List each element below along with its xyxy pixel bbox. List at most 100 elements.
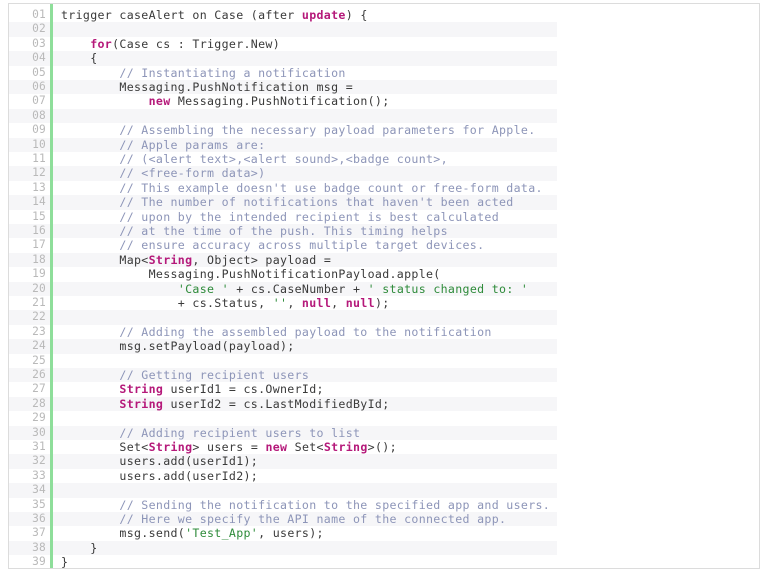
code-line[interactable]: 26 // Getting recipient users <box>9 368 759 382</box>
code-line[interactable]: 18 Map<String, Object> payload = <box>9 253 759 267</box>
code-line[interactable]: 09 // Assembling the necessary payload p… <box>9 123 759 137</box>
code-line[interactable]: 14 // The number of notifications that h… <box>9 195 759 209</box>
code-line[interactable]: 23 // Adding the assembled payload to th… <box>9 325 759 339</box>
code-line[interactable]: 35 // Sending the notification to the sp… <box>9 498 759 512</box>
token-pln: Messaging.PushNotification msg = <box>61 80 354 94</box>
token-cmt: // The number of notifications that have… <box>61 195 514 210</box>
token-pln: Map< <box>61 252 149 267</box>
line-number: 20 <box>32 281 46 295</box>
token-kw: null <box>301 296 332 310</box>
line-number: 31 <box>32 440 46 453</box>
token-pln: } <box>61 540 98 555</box>
token-cmt: // Apple params are: <box>61 137 266 152</box>
code-line[interactable]: 10 // Apple params are: <box>9 138 759 152</box>
token-pln: userId1 = cs.OwnerId; <box>163 382 324 397</box>
code-line[interactable]: 01 trigger caseAlert on Case (after updat… <box>9 8 759 22</box>
code-line[interactable]: 39} <box>9 555 759 569</box>
token-pln: , Object> payload = <box>192 252 332 267</box>
token-cmt: // Adding the assembled payload to the n… <box>61 324 492 339</box>
code-line-text: // Adding recipient users to list <box>61 426 360 440</box>
token-pln: users.add(userId1); <box>61 454 259 469</box>
code-line-text: String userId2 = cs.LastModifiedById; <box>61 397 390 411</box>
token-pln: , <box>287 296 302 310</box>
token-pln: , <box>331 296 346 310</box>
code-line[interactable]: 30 // Adding recipient users to list <box>9 426 759 440</box>
code-line[interactable]: 33 users.add(userId2); <box>9 469 759 483</box>
line-number: 04 <box>32 51 46 65</box>
token-kw: for <box>90 36 113 51</box>
line-number: 39 <box>32 555 46 569</box>
line-number: 30 <box>32 425 46 439</box>
line-number: 22 <box>32 310 46 324</box>
token-cmt: // Instantiating a notification <box>61 65 346 80</box>
code-line-text: } <box>61 555 68 568</box>
code-line[interactable]: 08 <box>9 109 759 123</box>
line-number: 06 <box>32 80 46 93</box>
token-pln: msg.send( <box>61 526 186 541</box>
code-line[interactable]: 31 Set<String> users = new Set<String>()… <box>9 440 759 454</box>
code-line-text: // upon by the intended recipient is bes… <box>61 210 499 224</box>
token-cmt: // at the time of the push. This timing … <box>61 224 448 238</box>
line-number: 14 <box>32 195 46 209</box>
code-line-text: // This example doesn't use badge count … <box>61 181 543 195</box>
line-number: 11 <box>32 152 46 165</box>
code-line-text: // Adding the assembled payload to the n… <box>61 325 492 339</box>
code-line-text: Messaging.PushNotificationPayload.apple( <box>61 267 441 281</box>
code-line[interactable]: 19 Messaging.PushNotificationPayload.app… <box>9 267 759 281</box>
code-line[interactable]: 04 { <box>9 51 759 65</box>
token-pln: Messaging.PushNotificationPayload.apple( <box>61 267 441 282</box>
line-number: 19 <box>32 267 46 281</box>
token-str: ' status changed to: ' <box>367 281 529 296</box>
code-line-text: users.add(userId1); <box>61 454 258 468</box>
line-number: 09 <box>32 123 46 137</box>
code-line[interactable]: 21 + cs.Status, '', null, null); <box>9 296 759 310</box>
token-pln: (Case cs : Trigger.New) <box>112 36 281 51</box>
token-pln: Messaging.PushNotification(); <box>170 94 390 109</box>
code-line[interactable]: 25 <box>9 354 759 368</box>
code-line[interactable]: 07 new Messaging.PushNotification(); <box>9 94 759 108</box>
code-line[interactable]: 06 Messaging.PushNotification msg = <box>9 80 759 94</box>
code-line[interactable]: 28 String userId2 = cs.LastModifiedById; <box>9 397 759 411</box>
code-line-text: String userId1 = cs.OwnerId; <box>61 382 324 396</box>
code-line[interactable]: 32 users.add(userId1); <box>9 454 759 468</box>
token-kw: null <box>345 296 375 310</box>
code-line[interactable]: 27 String userId1 = cs.OwnerId; <box>9 382 759 396</box>
code-line[interactable]: 02 <box>9 22 759 36</box>
code-line-text: + cs.Status, '', null, null); <box>61 296 390 310</box>
code-line-text: // at the time of the push. This timing … <box>61 224 448 238</box>
code-line[interactable]: 20 'Case ' + cs.CaseNumber + ' status ch… <box>9 282 759 296</box>
line-number: 37 <box>32 526 46 540</box>
line-number: 35 <box>32 497 46 511</box>
code-line-text: Set<String> users = new Set<String>(); <box>61 440 397 454</box>
code-line-text: // Assembling the necessary payload para… <box>61 123 536 137</box>
line-number: 13 <box>32 180 46 194</box>
line-number: 02 <box>32 22 46 36</box>
line-number: 24 <box>32 339 46 353</box>
token-pln: + cs.Status, <box>61 296 273 310</box>
code-line-text: // Apple params are: <box>61 138 265 152</box>
code-line[interactable]: 16 // at the time of the push. This timi… <box>9 224 759 238</box>
code-line[interactable]: 03 for(Case cs : Trigger.New) <box>9 37 759 51</box>
code-line[interactable]: 22 <box>9 310 759 324</box>
code-line[interactable]: 05 // Instantiating a notification <box>9 66 759 80</box>
token-pln: users.add(userId2); <box>61 468 259 483</box>
token-pln: Set< <box>287 440 324 454</box>
token-cmt: // Assembling the necessary payload para… <box>61 123 536 138</box>
code-line[interactable]: 38 } <box>9 541 759 555</box>
token-pln: >(); <box>367 440 397 454</box>
code-line[interactable]: 24 msg.setPayload(payload); <box>9 339 759 353</box>
code-line[interactable]: 11 // (<alert text>,<alert sound>,<badge… <box>9 152 759 166</box>
code-line[interactable]: 13 // This example doesn't use badge cou… <box>9 181 759 195</box>
code-line[interactable]: 17 // ensure accuracy across multiple ta… <box>9 238 759 252</box>
code-line[interactable]: 36 // Here we specify the API name of th… <box>9 512 759 526</box>
code-line[interactable]: 37 msg.send('Test_App', users); <box>9 526 759 540</box>
code-line[interactable]: 12 // <free-form data>) <box>9 166 759 180</box>
code-line[interactable]: 15 // upon by the intended recipient is … <box>9 210 759 224</box>
code-line[interactable]: 34 <box>9 483 759 497</box>
line-number: 33 <box>32 468 46 482</box>
token-pln <box>61 94 149 108</box>
token-pln <box>61 282 178 296</box>
code-line-text: { <box>61 51 98 65</box>
code-line[interactable]: 29 <box>9 411 759 425</box>
token-pln: > users = <box>192 440 266 454</box>
